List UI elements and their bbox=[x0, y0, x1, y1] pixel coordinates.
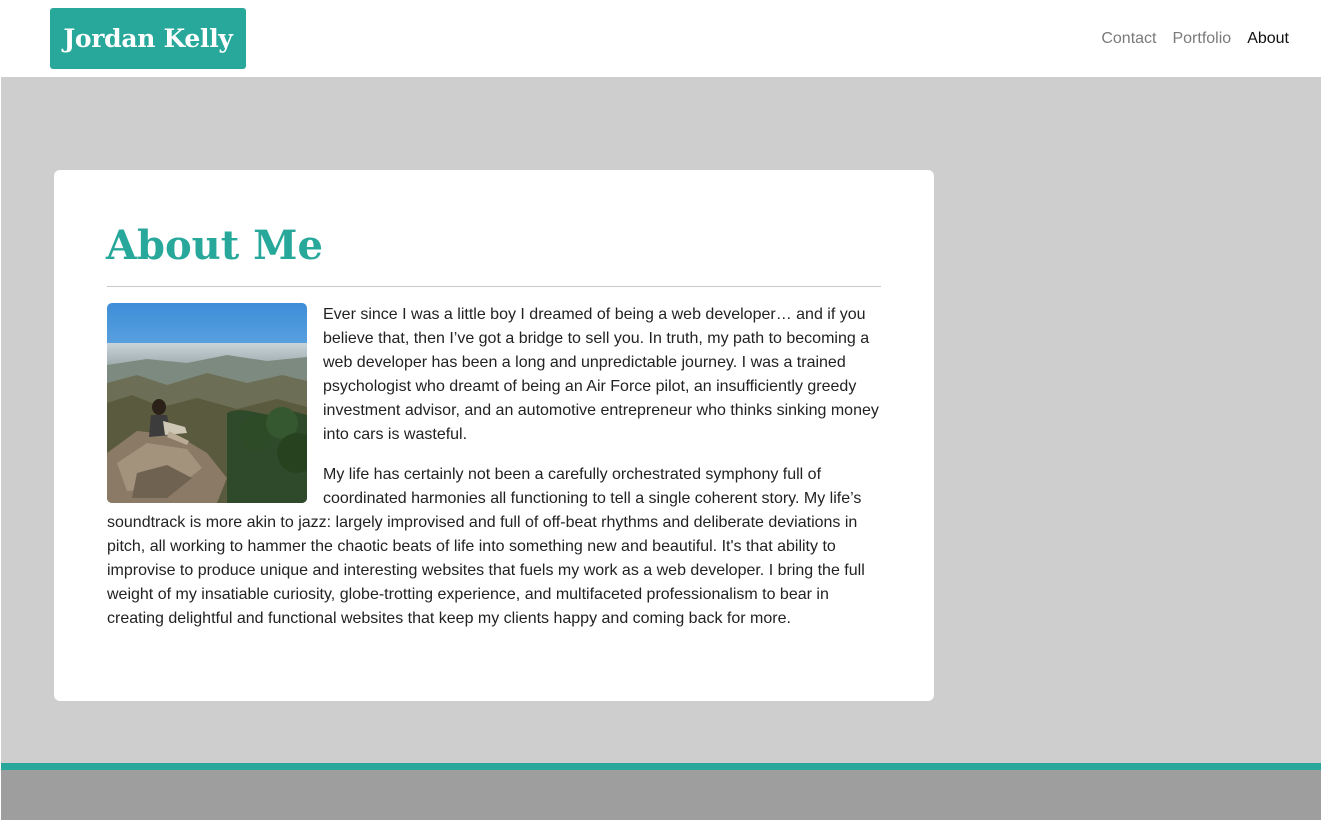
title-divider bbox=[107, 286, 881, 287]
nav-link-contact[interactable]: Contact bbox=[1101, 28, 1156, 50]
page-title: About Me bbox=[106, 222, 323, 269]
nav-links: Contact Portfolio About bbox=[1101, 28, 1289, 50]
nav-link-about[interactable]: About bbox=[1247, 28, 1289, 50]
profile-photo bbox=[107, 303, 307, 503]
navbar: Jordan Kelly Contact Portfolio About bbox=[0, 0, 1323, 77]
main-section: About Me Ever since I was a little boy I… bbox=[1, 77, 1321, 763]
about-card: About Me Ever since I was a little boy I… bbox=[54, 170, 934, 701]
about-content: Ever since I was a little boy I dreamed … bbox=[107, 303, 881, 647]
footer-accent-bar bbox=[1, 763, 1321, 770]
page: Jordan Kelly Contact Portfolio About Abo… bbox=[0, 0, 1323, 820]
profile-photo-image bbox=[107, 303, 307, 503]
footer bbox=[1, 770, 1321, 820]
brand-logo-link[interactable]: Jordan Kelly bbox=[50, 8, 246, 69]
nav-link-portfolio[interactable]: Portfolio bbox=[1172, 28, 1231, 50]
